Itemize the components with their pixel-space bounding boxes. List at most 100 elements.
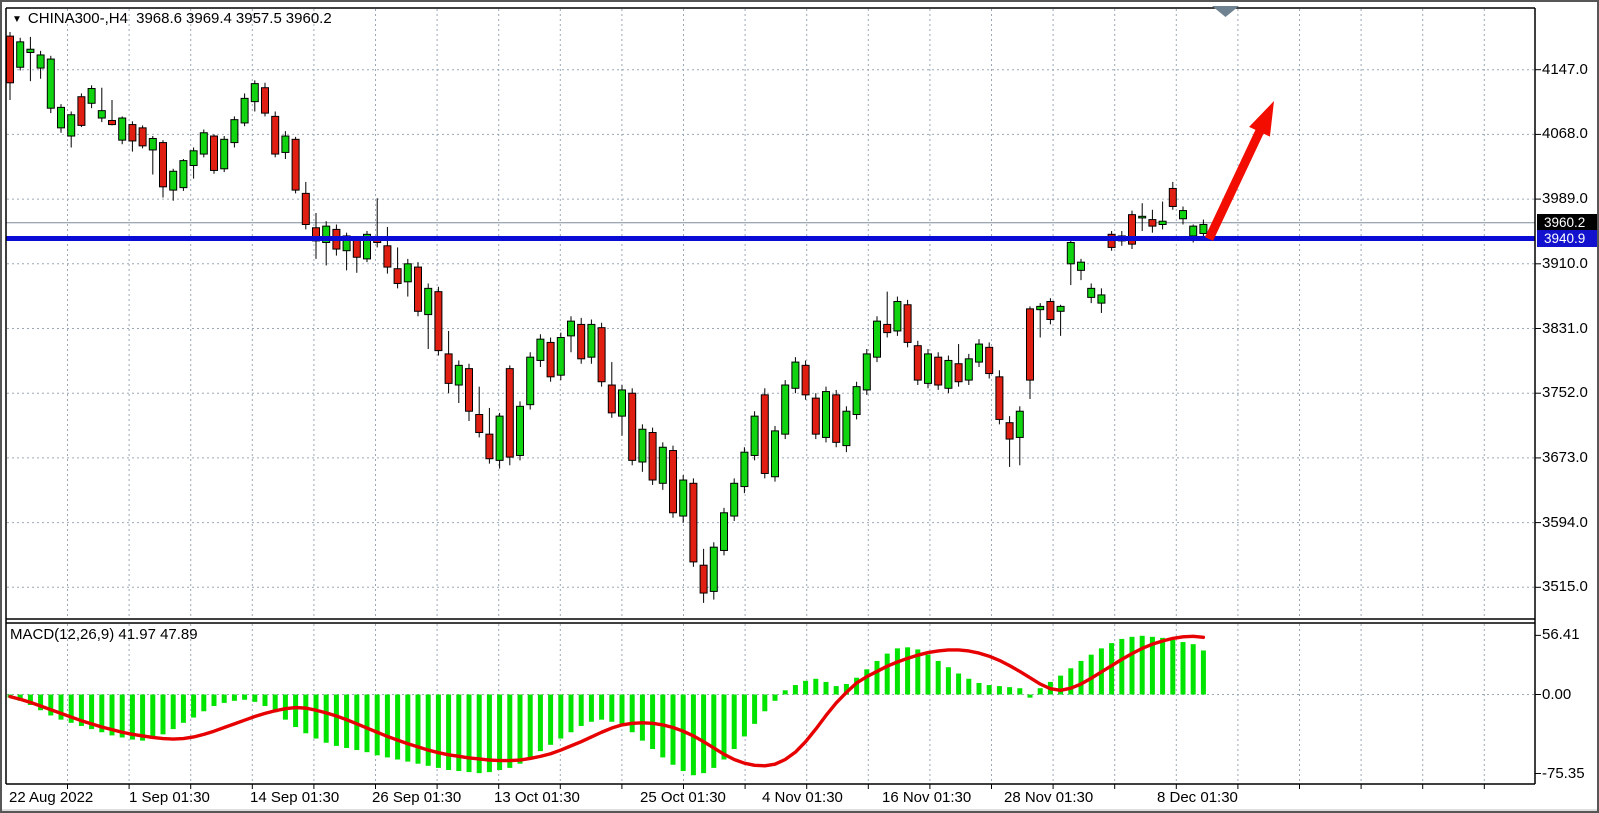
price-axis-label: 3989.0: [1542, 190, 1588, 207]
macd-histogram-bar: [569, 695, 574, 733]
bull-candle: [1139, 216, 1146, 218]
macd-histogram-bar: [813, 679, 818, 695]
symbol-timeframe-label: CHINA300-,H4: [28, 10, 128, 27]
bull-candle: [588, 324, 595, 357]
bull-candle: [894, 301, 901, 330]
macd-histogram-bar: [1170, 640, 1175, 695]
macd-axis-label: 0.00: [1542, 686, 1571, 703]
bear-candle: [578, 324, 585, 358]
bear-candle: [211, 136, 218, 170]
macd-histogram-bar: [905, 647, 910, 694]
bull-candle: [425, 288, 432, 314]
macd-histogram-bar: [395, 695, 400, 760]
macd-histogram-bar: [783, 690, 788, 694]
support-line-price-badge: 3940.9: [1537, 230, 1599, 247]
bull-candle: [455, 365, 462, 385]
bear-candle: [761, 395, 768, 474]
bear-candle: [435, 292, 442, 351]
quote-high: 3969.4: [186, 10, 232, 27]
bear-candle: [7, 36, 14, 83]
macd-histogram-bar: [181, 695, 186, 723]
macd-histogram-bar: [701, 695, 706, 774]
bull-candle: [58, 107, 65, 127]
macd-histogram-bar: [875, 661, 880, 695]
macd-histogram-bar: [263, 695, 268, 707]
macd-histogram-bar: [630, 695, 635, 733]
macd-histogram-bar: [1017, 688, 1022, 694]
bear-candle: [802, 365, 809, 394]
bear-candle: [700, 565, 707, 593]
bear-candle: [833, 395, 840, 443]
macd-histogram-bar: [1079, 661, 1084, 695]
bull-candle: [149, 138, 156, 149]
bull-candle: [1067, 243, 1074, 264]
macd-histogram-bar: [997, 686, 1002, 694]
bear-candle: [292, 139, 299, 190]
macd-histogram-bar: [824, 682, 829, 695]
macd-histogram-bar: [222, 695, 227, 703]
bull-candle: [782, 385, 789, 434]
bull-candle: [1078, 262, 1085, 270]
bull-candle: [1037, 306, 1044, 309]
macd-histogram-bar: [242, 695, 247, 700]
macd-histogram-bar: [1191, 644, 1196, 694]
macd-histogram-bar: [752, 695, 757, 724]
bull-candle: [88, 89, 95, 104]
bear-candle: [384, 246, 391, 267]
macd-histogram-bar: [1028, 695, 1033, 698]
bear-candle: [476, 414, 483, 432]
macd-histogram-bar: [1089, 655, 1094, 695]
bull-candle: [853, 387, 860, 415]
macd-histogram-bar: [48, 695, 53, 716]
bull-candle: [221, 139, 228, 168]
price-axis-label: 3673.0: [1542, 449, 1588, 466]
chart-canvas[interactable]: [2, 2, 1599, 813]
bear-candle: [1047, 301, 1054, 319]
bear-candle: [160, 143, 167, 187]
macd-histogram-bar: [538, 695, 543, 752]
bull-candle: [843, 411, 850, 445]
macd-histogram-bar: [365, 695, 370, 753]
bull-candle: [496, 416, 503, 460]
macd-histogram-bar: [334, 695, 339, 746]
bull-candle: [772, 431, 779, 477]
bear-candle: [629, 393, 636, 460]
bull-candle: [659, 447, 666, 483]
macd-histogram-bar: [803, 681, 808, 695]
time-axis-label: 16 Nov 01:30: [882, 789, 971, 806]
bear-candle: [1169, 188, 1176, 206]
bear-candle: [955, 364, 962, 382]
bear-candle: [935, 357, 942, 385]
macd-indicator-label: MACD(12,26,9) 41.97 47.89: [10, 626, 198, 643]
bear-candle: [415, 267, 422, 311]
macd-histogram-bar: [497, 695, 502, 770]
bear-candle: [598, 328, 605, 382]
bull-candle: [792, 362, 799, 388]
bear-candle: [1006, 423, 1013, 439]
macd-histogram-bar: [936, 661, 941, 695]
macd-histogram-bar: [834, 686, 839, 694]
macd-histogram-bar: [640, 695, 645, 741]
chart-shift-marker-icon[interactable]: [1212, 6, 1239, 17]
macd-histogram-bar: [446, 695, 451, 770]
macd-histogram-bar: [548, 695, 553, 745]
macd-histogram-bar: [1007, 687, 1012, 694]
collapse-triangle-icon[interactable]: ▼: [12, 14, 22, 25]
bull-candle: [241, 98, 248, 123]
bull-candle: [251, 84, 258, 102]
bull-candle: [190, 151, 197, 166]
macd-histogram-bar: [293, 695, 298, 728]
macd-histogram-bar: [926, 655, 931, 695]
bull-candle: [200, 133, 207, 154]
bull-candle: [639, 429, 646, 462]
macd-histogram-bar: [732, 695, 737, 750]
bull-candle: [680, 480, 687, 516]
macd-histogram-bar: [507, 695, 512, 768]
macd-histogram-bar: [1160, 638, 1165, 695]
macd-histogram-bar: [722, 695, 727, 760]
macd-histogram-bar: [518, 695, 523, 764]
bear-candle: [1027, 309, 1034, 380]
bull-candle: [1088, 288, 1095, 297]
bull-candle: [37, 55, 44, 68]
macd-histogram-bar: [324, 695, 329, 743]
